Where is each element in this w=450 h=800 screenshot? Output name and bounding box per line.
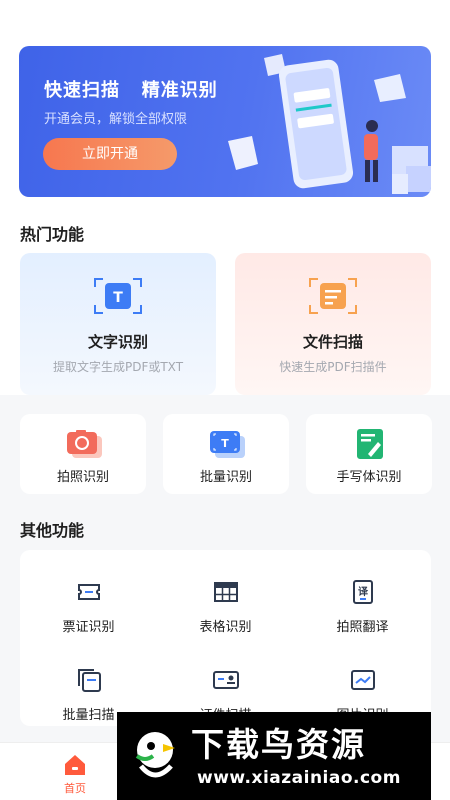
site-watermark: 下载鸟资源 www.xiazainiao.com (117, 712, 431, 800)
home-icon (65, 755, 85, 775)
other-functions-panel: 票证识别 表格识别 译 拍照翻译 批量扫描 (20, 550, 431, 726)
table-recognition-button[interactable]: 表格识别 (157, 562, 294, 642)
handwriting-icon (357, 429, 383, 459)
text-recognition-title: 文字识别 (87, 333, 148, 351)
handwriting-recognition-label: 手写体识别 (336, 470, 402, 485)
file-scan-title: 文件扫描 (302, 333, 363, 351)
photo-recognition-label: 拍照识别 (56, 470, 109, 485)
text-scan-icon: T (94, 278, 142, 314)
translate-icon: 译 (353, 580, 373, 604)
other-section-title: 其他功能 (20, 521, 85, 540)
document-scan-icon (309, 278, 357, 314)
photo-translate-label: 拍照翻译 (336, 620, 389, 635)
ticket-recognition-label: 票证识别 (62, 620, 115, 635)
home-page: 快速扫描 精准识别 开通会员，解锁全部权限 立即开通 热门功能 T 文字识别 提… (0, 0, 450, 800)
file-scan-desc: 快速生成PDF扫描件 (279, 360, 387, 374)
svg-text:T: T (221, 437, 229, 450)
id-card-icon (213, 671, 239, 689)
hot-section-title: 热门功能 (20, 225, 85, 244)
text-recognition-desc: 提取文字生成PDF或TXT (52, 360, 184, 374)
table-icon (214, 582, 238, 602)
phone-scan-illustration (228, 54, 431, 194)
batch-recognition-button[interactable]: T 批量识别 (163, 414, 289, 494)
photo-recognition-button[interactable]: 拍照识别 (20, 414, 146, 494)
file-scan-card[interactable]: 文件扫描 快速生成PDF扫描件 (235, 253, 431, 395)
batch-recognition-label: 批量识别 (199, 470, 252, 485)
watermark-url: www.xiazainiao.com (197, 768, 401, 788)
translate-glyph: 译 (358, 585, 369, 598)
table-recognition-label: 表格识别 (199, 620, 252, 635)
text-recognition-card[interactable]: T 文字识别 提取文字生成PDF或TXT (20, 253, 216, 395)
ticket-icon (78, 584, 100, 600)
vip-banner[interactable]: 快速扫描 精准识别 开通会员，解锁全部权限 立即开通 (19, 46, 431, 197)
banner-subtitle: 开通会员，解锁全部权限 (44, 112, 188, 127)
batch-text-icon: T (210, 431, 245, 458)
bird-logo-icon (135, 732, 175, 778)
camera-icon (67, 430, 102, 458)
watermark-title: 下载鸟资源 (191, 725, 366, 764)
batch-scan-icon (78, 669, 101, 692)
ticket-recognition-button[interactable]: 票证识别 (20, 562, 157, 642)
photo-translate-button[interactable]: 译 拍照翻译 (294, 562, 431, 642)
open-vip-button[interactable]: 立即开通 (43, 138, 177, 170)
image-icon (351, 670, 375, 690)
handwriting-recognition-button[interactable]: 手写体识别 (306, 414, 432, 494)
banner-title: 快速扫描 精准识别 (44, 80, 218, 101)
svg-text:T: T (113, 290, 123, 306)
